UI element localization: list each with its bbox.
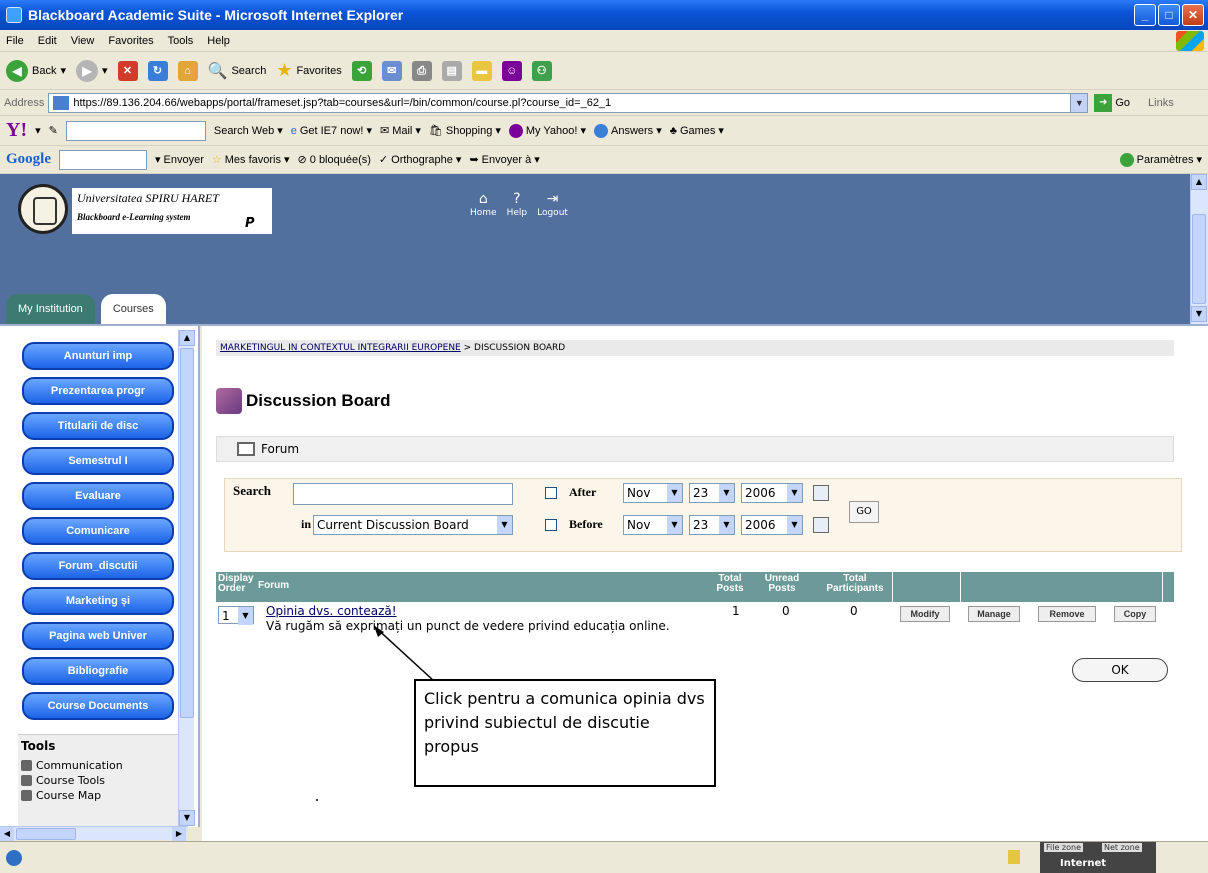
page-status-icon bbox=[6, 850, 22, 866]
browser-window: Blackboard Academic Suite - Microsoft In… bbox=[0, 0, 1208, 873]
file-zone-label: File zone bbox=[1044, 843, 1084, 852]
security-zone: File zone Net zone Internet bbox=[1040, 842, 1156, 873]
net-zone-label: Net zone bbox=[1102, 843, 1142, 852]
zone-text: Internet bbox=[1060, 858, 1107, 869]
status-bar: File zone Net zone Internet bbox=[0, 841, 1208, 873]
lock-icon bbox=[1008, 850, 1020, 864]
annotation-callout: Click pentru a comunica opinia dvs privi… bbox=[414, 679, 716, 787]
